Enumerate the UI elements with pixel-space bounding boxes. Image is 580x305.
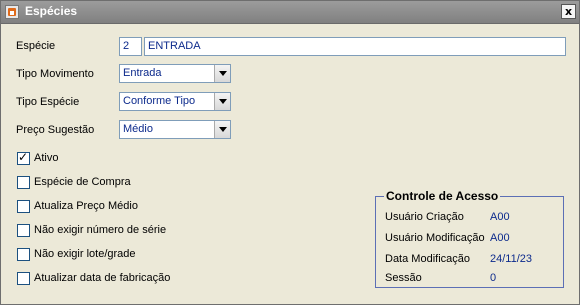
especie-compra-label[interactable]: Espécie de Compra [34,176,131,188]
nao-exigir-lote-label[interactable]: Não exigir lote/grade [34,248,136,260]
usuario-criacao-label: Usuário Criação [385,211,464,223]
tipo-movimento-label: Tipo Movimento [16,68,94,80]
tipo-movimento-value: Entrada [123,67,162,79]
tipo-especie-label: Tipo Espécie [16,96,80,108]
especie-label: Espécie [16,40,56,52]
especie-name-input[interactable]: ENTRADA [144,37,566,56]
usuario-modificacao-value: A00 [490,232,510,244]
app-icon [5,5,19,19]
access-control-group: Controle de Acesso Usuário Criação A00 U… [375,189,564,288]
access-control-title: Controle de Acesso [384,189,501,203]
window-title: Espécies [25,4,78,18]
sessao-label: Sessão [385,272,422,284]
nao-exigir-lote-checkbox[interactable] [17,248,30,261]
especies-window: Espécies x Espécie 2 ENTRADA Tipo Movime… [0,0,580,305]
preco-sugestao-value: Médio [123,123,153,135]
preco-sugestao-label: Preço Sugestão [16,124,95,136]
nao-exigir-serie-label[interactable]: Não exigir número de série [34,224,166,236]
usuario-modificacao-label: Usuário Modificação [385,232,485,244]
tipo-especie-select[interactable]: Conforme Tipo [119,92,231,111]
data-modificacao-label: Data Modificação [385,253,470,265]
data-modificacao-value: 24/11/23 [490,253,533,265]
ativo-checkbox[interactable] [17,150,30,165]
tipo-movimento-select[interactable]: Entrada [119,64,231,83]
atualiza-preco-medio-checkbox[interactable] [17,200,30,213]
ativo-label[interactable]: Ativo [34,152,58,164]
form-content: Espécie 2 ENTRADA Tipo Movimento Entrada… [1,24,579,304]
usuario-criacao-value: A00 [490,211,510,223]
sessao-value: 0 [490,272,497,284]
preco-sugestao-select[interactable]: Médio [119,120,231,139]
atualiza-preco-medio-label[interactable]: Atualiza Preço Médio [34,200,138,212]
chevron-down-icon[interactable] [214,93,230,110]
title-bar[interactable]: Espécies x [1,1,579,24]
nao-exigir-serie-checkbox[interactable] [17,224,30,237]
especie-code-input[interactable]: 2 [119,37,142,56]
chevron-down-icon[interactable] [214,121,230,138]
atualizar-data-fabricacao-checkbox[interactable] [17,272,30,285]
chevron-down-icon[interactable] [214,65,230,82]
tipo-especie-value: Conforme Tipo [123,95,196,107]
atualizar-data-fabricacao-label[interactable]: Atualizar data de fabricação [34,272,170,284]
especie-compra-checkbox[interactable] [17,176,30,189]
close-button[interactable]: x [561,4,576,19]
